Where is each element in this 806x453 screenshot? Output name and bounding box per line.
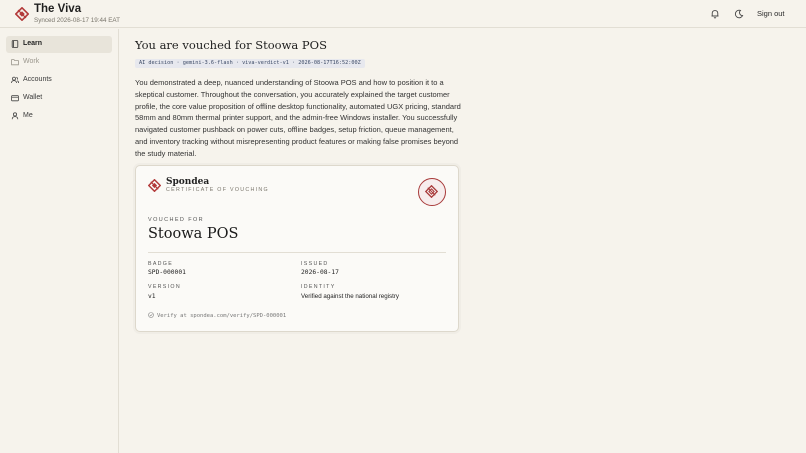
verify-link[interactable]: Verify at spondea.com/verify/SPD-000001 <box>148 312 286 319</box>
app-title: The Viva <box>34 3 82 15</box>
version-label: VERSION <box>148 284 181 290</box>
bell-icon[interactable] <box>710 9 720 19</box>
issued-label: ISSUED <box>301 261 329 267</box>
sidebar-item-label: Accounts <box>23 76 52 83</box>
top-bar: The Viva Synced 2026-08-17 19:44 EAT Sig… <box>0 0 806 28</box>
issued-value: 2026-08-17 <box>301 269 339 276</box>
certificate-brand: Spondea <box>166 177 210 187</box>
identity-label: IDENTITY <box>301 284 336 290</box>
sidebar-item-accounts[interactable]: Accounts <box>6 72 112 89</box>
seal-icon <box>418 178 446 206</box>
sync-status: Synced 2026-08-17 19:44 EAT <box>34 17 120 24</box>
certificate-subtitle: CERTIFICATE OF VOUCHING <box>166 187 269 193</box>
verify-text: Verify at spondea.com/verify/SPD-000001 <box>157 313 287 319</box>
verdict-summary: You demonstrated a deep, nuanced underst… <box>135 78 461 158</box>
sidebar-item-label: Me <box>23 112 33 119</box>
sidebar-item-label: Wallet <box>23 94 43 101</box>
user-icon <box>11 112 19 120</box>
badge-value: SPD-000001 <box>148 269 186 276</box>
moon-icon[interactable] <box>734 9 744 19</box>
badge-label: BADGE <box>148 261 174 267</box>
shield-icon <box>148 312 154 318</box>
identity-value: Verified against the national registry <box>301 293 400 300</box>
sidebar-item-learn[interactable]: Learn <box>6 36 112 53</box>
divider <box>148 252 446 253</box>
sidebar-item-me[interactable]: Me <box>6 108 112 125</box>
vouched-product-name: Stoowa POS <box>148 226 239 242</box>
folder-icon <box>11 59 19 66</box>
vouched-for-label: VOUCHED FOR <box>148 217 205 223</box>
sign-out-button[interactable]: Sign out <box>757 9 785 18</box>
sidebar: Learn Work Accounts Wallet Me <box>0 29 119 453</box>
certificate-card: Spondea CERTIFICATE OF VOUCHING VOUCHED … <box>135 165 459 332</box>
book-icon <box>11 40 19 48</box>
page-title: You are vouched for Stoowa POS <box>135 38 327 52</box>
ai-decision-meta: AI decision · gemini-3.6-flash · viva-ve… <box>135 59 365 68</box>
sidebar-item-label: Work <box>23 58 40 65</box>
brand-logo-icon <box>15 7 29 21</box>
sidebar-item-work[interactable]: Work <box>6 54 112 71</box>
wallet-icon <box>11 95 19 102</box>
version-value: v1 <box>148 293 156 300</box>
sidebar-item-wallet[interactable]: Wallet <box>6 90 112 107</box>
sidebar-item-label: Learn <box>23 40 43 47</box>
spondea-logo-icon <box>148 179 161 192</box>
users-icon <box>11 76 19 84</box>
